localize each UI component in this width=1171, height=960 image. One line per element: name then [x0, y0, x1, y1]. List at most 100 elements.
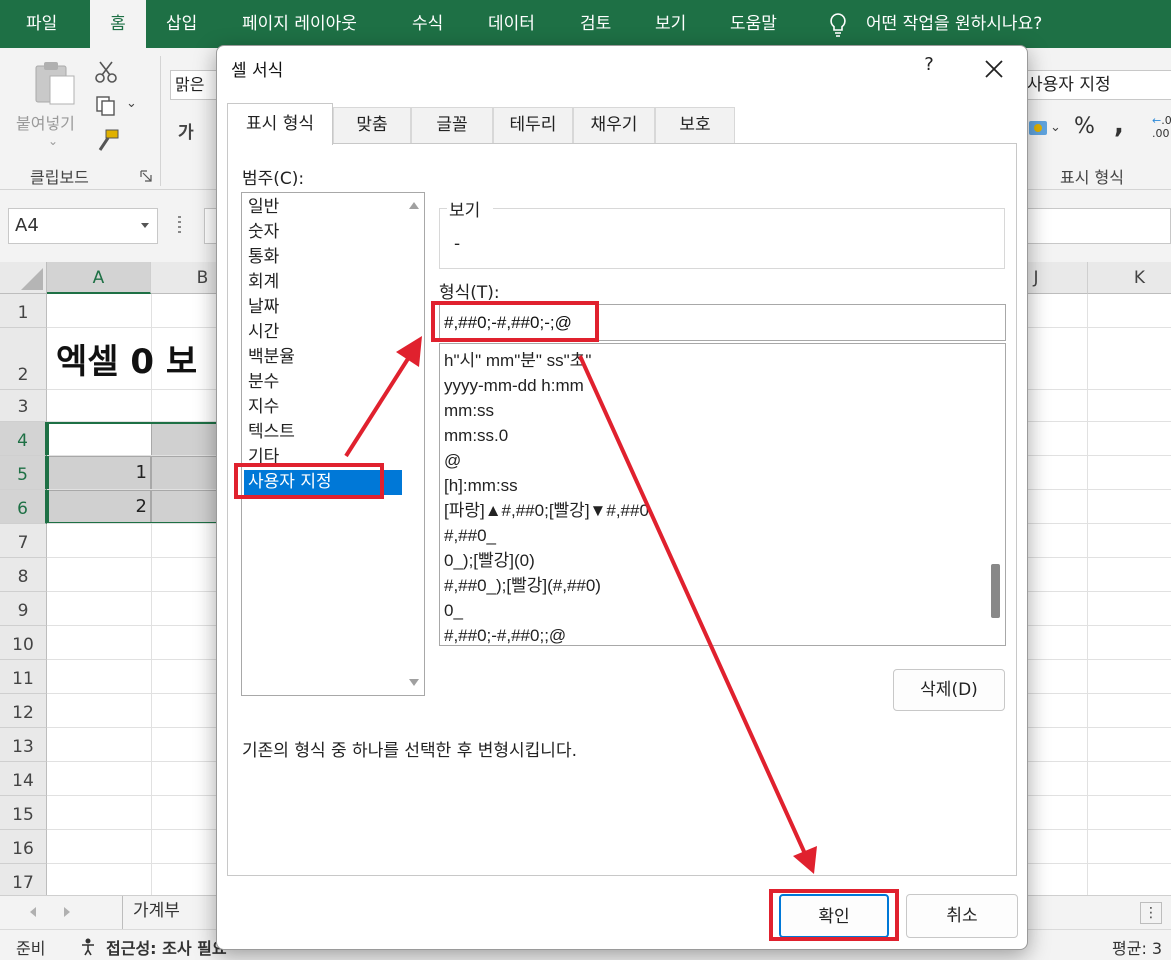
- tab-review[interactable]: 검토: [580, 0, 611, 48]
- accessibility-icon[interactable]: [80, 936, 100, 956]
- category-item[interactable]: 텍스트: [244, 420, 402, 445]
- format-painter-icon[interactable]: [94, 128, 120, 154]
- row-header-9[interactable]: 9: [0, 592, 47, 626]
- next-sheet-icon[interactable]: [64, 907, 70, 917]
- format-item[interactable]: [h]:mm:ss: [444, 473, 518, 498]
- tab-protection[interactable]: 보호: [655, 107, 735, 144]
- tab-number[interactable]: 표시 형식: [227, 103, 333, 145]
- row-header-14[interactable]: 14: [0, 762, 47, 796]
- tab-formulas[interactable]: 수식: [412, 0, 443, 48]
- copy-icon[interactable]: [94, 94, 118, 118]
- row-header-13[interactable]: 13: [0, 728, 47, 762]
- category-item[interactable]: 사용자 지정: [244, 470, 402, 495]
- tab-fill[interactable]: 채우기: [573, 107, 655, 144]
- status-ready: 준비: [16, 939, 46, 958]
- scroll-thumb[interactable]: [991, 564, 1000, 618]
- dialog-launcher-icon[interactable]: [140, 170, 152, 182]
- category-list[interactable]: 일반 숫자 통화 회계 날짜 시간 백분율 분수 지수 텍스트 기타 사용자 지정: [241, 192, 425, 696]
- close-icon[interactable]: [981, 56, 1007, 82]
- row-header-15[interactable]: 15: [0, 796, 47, 830]
- hscroll-handle-icon[interactable]: ⋮: [1140, 902, 1162, 924]
- category-item[interactable]: 기타: [244, 445, 402, 470]
- group-separator: [160, 56, 161, 186]
- row-header-5[interactable]: 5: [0, 456, 47, 490]
- row-header-3[interactable]: 3: [0, 390, 47, 422]
- column-header-k[interactable]: K: [1088, 262, 1171, 294]
- tell-me-search[interactable]: 어떤 작업을 원하시나요?: [866, 0, 1042, 48]
- format-item[interactable]: 0_);[빨강](0): [444, 548, 535, 573]
- category-scrollbar[interactable]: [404, 193, 424, 695]
- category-item[interactable]: 회계: [244, 270, 402, 295]
- format-item[interactable]: #,##0;-#,##0;;@: [444, 623, 566, 645]
- row-header-7[interactable]: 7: [0, 524, 47, 558]
- sheet-title-cell[interactable]: 엑셀 0 보: [56, 334, 197, 383]
- ok-button[interactable]: 확인: [779, 894, 889, 938]
- copy-chevron-icon[interactable]: ⌄: [126, 96, 137, 111]
- tab-border[interactable]: 테두리: [493, 107, 573, 144]
- font-grow-button[interactable]: 가: [178, 118, 194, 143]
- format-item[interactable]: #,##0_: [444, 523, 496, 548]
- name-box-dropdown-icon[interactable]: [141, 223, 149, 228]
- tab-help[interactable]: 도움말: [730, 0, 777, 48]
- row-header-16[interactable]: 16: [0, 830, 47, 864]
- format-item[interactable]: 0_: [444, 598, 463, 623]
- category-item[interactable]: 통화: [244, 245, 402, 270]
- format-item[interactable]: [파랑]▲#,##0;[빨강]▼#,##0: [444, 498, 649, 523]
- category-item[interactable]: 분수: [244, 370, 402, 395]
- formula-bar-grip-icon[interactable]: [178, 216, 181, 234]
- tab-view[interactable]: 보기: [655, 0, 686, 48]
- tab-page-layout[interactable]: 페이지 레이아웃: [242, 0, 357, 48]
- category-item[interactable]: 지수: [244, 395, 402, 420]
- row-header-17[interactable]: 17: [0, 864, 47, 898]
- format-list-scrollbar[interactable]: [985, 344, 1005, 645]
- paste-icon[interactable]: [30, 58, 80, 108]
- format-item[interactable]: #,##0_);[빨강](#,##0): [444, 573, 601, 598]
- accounting-chevron-icon[interactable]: ⌄: [1050, 120, 1061, 135]
- category-item[interactable]: 날짜: [244, 295, 402, 320]
- name-box[interactable]: A4: [8, 208, 158, 244]
- accounting-format-icon[interactable]: [1028, 118, 1050, 138]
- format-list[interactable]: h"시" mm"분" ss"초" yyyy-mm-dd h:mm mm:ss mm:s…: [439, 343, 1006, 646]
- scroll-down-icon[interactable]: [409, 679, 419, 686]
- status-accessibility[interactable]: 접근성: 조사 필요: [106, 935, 227, 959]
- cut-icon[interactable]: [94, 60, 118, 84]
- format-type-input[interactable]: #,##0;-#,##0;-;@: [439, 304, 1006, 341]
- row-header-1[interactable]: 1: [0, 294, 47, 328]
- tab-insert[interactable]: 삽입: [166, 0, 197, 48]
- tab-file[interactable]: 파일: [26, 0, 57, 48]
- row-header-8[interactable]: 8: [0, 558, 47, 592]
- number-format-select[interactable]: 사용자 지정: [1022, 70, 1171, 100]
- category-item[interactable]: 숫자: [244, 220, 402, 245]
- tab-data[interactable]: 데이터: [488, 0, 535, 48]
- paste-label[interactable]: 붙여넣기: [16, 110, 75, 134]
- format-item[interactable]: yyyy-mm-dd h:mm: [444, 373, 584, 398]
- select-all-button[interactable]: [0, 262, 47, 294]
- category-item[interactable]: 일반: [244, 195, 402, 220]
- format-item[interactable]: @: [444, 448, 461, 473]
- percent-style-button[interactable]: %: [1074, 114, 1095, 139]
- delete-button[interactable]: 삭제(D): [893, 669, 1005, 711]
- row-header-4[interactable]: 4: [0, 422, 47, 456]
- row-header-10[interactable]: 10: [0, 626, 47, 660]
- tab-alignment[interactable]: 맞춤: [333, 107, 411, 144]
- format-item[interactable]: mm:ss.0: [444, 423, 508, 448]
- format-item[interactable]: h"시" mm"분" ss"초": [444, 348, 591, 373]
- row-header-12[interactable]: 12: [0, 694, 47, 728]
- format-item[interactable]: mm:ss: [444, 398, 494, 423]
- category-item[interactable]: 백분율: [244, 345, 402, 370]
- help-button[interactable]: ?: [917, 54, 941, 80]
- category-item[interactable]: 시간: [244, 320, 402, 345]
- sheet-tab-gagyebu[interactable]: 가계부: [122, 896, 190, 929]
- row-header-6[interactable]: 6: [0, 490, 47, 524]
- comma-style-button[interactable]: ,: [1114, 110, 1124, 140]
- cancel-button[interactable]: 취소: [906, 894, 1018, 938]
- row-header-2[interactable]: 2: [0, 328, 47, 390]
- paste-chevron-icon[interactable]: ⌄: [48, 134, 58, 148]
- row-header-11[interactable]: 11: [0, 660, 47, 694]
- increase-decimal-button[interactable]: ←.0.00: [1152, 114, 1171, 140]
- prev-sheet-icon[interactable]: [30, 907, 36, 917]
- tab-font[interactable]: 글꼴: [411, 107, 493, 144]
- scroll-up-icon[interactable]: [409, 202, 419, 209]
- tab-home[interactable]: 홈: [90, 0, 146, 48]
- column-header-a[interactable]: A: [47, 262, 151, 294]
